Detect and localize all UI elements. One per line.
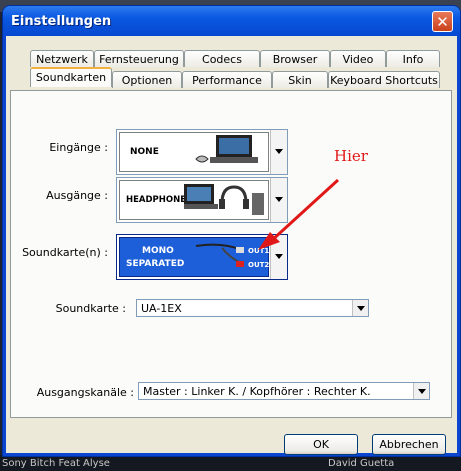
close-button[interactable]: ✕ bbox=[432, 11, 453, 32]
soundkarte-dropdown-arrow[interactable] bbox=[352, 300, 368, 316]
title-bar[interactable]: Einstellungen ✕ bbox=[3, 6, 460, 36]
tab-video[interactable]: Video bbox=[330, 50, 386, 67]
soundkarten-label: Soundkarte(n) : bbox=[22, 246, 108, 259]
tab-browser[interactable]: Browser bbox=[260, 50, 330, 67]
soundkarten-value-line2: SEPARATED bbox=[126, 259, 185, 269]
tab-soundkarten[interactable]: Soundkarten bbox=[30, 67, 112, 87]
dialog-client-area: Netzwerk Fernsteuerung Codecs Browser Vi… bbox=[6, 36, 457, 455]
ausgaenge-value: HEADPHONES bbox=[126, 195, 193, 205]
eingaenge-label: Eingänge : bbox=[49, 141, 108, 154]
settings-window: Einstellungen ✕ Netzwerk Fernsteuerung C… bbox=[3, 6, 460, 456]
background-track-left: Sony Bitch Feat Alyse bbox=[2, 458, 110, 469]
annotation-arrow-icon bbox=[258, 178, 340, 250]
eingaenge-image: NONE bbox=[119, 132, 269, 172]
tab-info[interactable]: Info bbox=[386, 50, 440, 67]
ok-button[interactable]: OK bbox=[284, 434, 358, 455]
cancel-button[interactable]: Abbrechen bbox=[372, 434, 446, 455]
tab-skin[interactable]: Skin bbox=[272, 71, 328, 88]
eingaenge-dropdown-arrow[interactable] bbox=[270, 130, 287, 174]
soundkarte-value: UA-1EX bbox=[141, 302, 182, 315]
tab-netzwerk[interactable]: Netzwerk bbox=[30, 50, 94, 67]
eingaenge-select[interactable]: NONE bbox=[116, 129, 288, 175]
soundkarten-image: MONO SEPARATED OUT1 OUT2 bbox=[119, 237, 269, 277]
ausgangskanaele-select[interactable]: Master : Linker K. / Kopfhörer : Rechter… bbox=[138, 382, 430, 400]
hier-annotation: Hier bbox=[334, 147, 368, 165]
tab-optionen[interactable]: Optionen bbox=[112, 71, 182, 88]
background-track-right: David Guetta bbox=[328, 458, 395, 469]
close-icon: ✕ bbox=[436, 13, 449, 31]
background-player-strip: Sony Bitch Feat Alyse David Guetta bbox=[0, 455, 461, 471]
tab-codecs[interactable]: Codecs bbox=[184, 50, 260, 67]
soundkarte-select[interactable]: UA-1EX bbox=[136, 299, 369, 317]
ausgaenge-image: HEADPHONES bbox=[119, 180, 269, 220]
tab-performance[interactable]: Performance bbox=[182, 71, 272, 88]
out2-label: OUT2 bbox=[248, 261, 270, 269]
ausgangskanaele-dropdown-arrow[interactable] bbox=[413, 383, 429, 399]
soundkarten-value-line1: MONO bbox=[142, 246, 174, 256]
tab-fernsteuerung[interactable]: Fernsteuerung bbox=[94, 50, 184, 67]
ausgangskanaele-label: Ausgangskanäle : bbox=[36, 386, 134, 399]
ausgaenge-label: Ausgänge : bbox=[46, 189, 108, 202]
ausgangskanaele-value: Master : Linker K. / Kopfhörer : Rechter… bbox=[143, 385, 371, 398]
mixer-icon bbox=[195, 135, 258, 163]
tab-keyboard-shortcuts[interactable]: Keyboard Shortcuts bbox=[328, 71, 440, 88]
eingaenge-value: NONE bbox=[130, 147, 159, 157]
soundkarte-label: Soundkarte : bbox=[55, 302, 126, 315]
window-title: Einstellungen bbox=[11, 14, 112, 29]
